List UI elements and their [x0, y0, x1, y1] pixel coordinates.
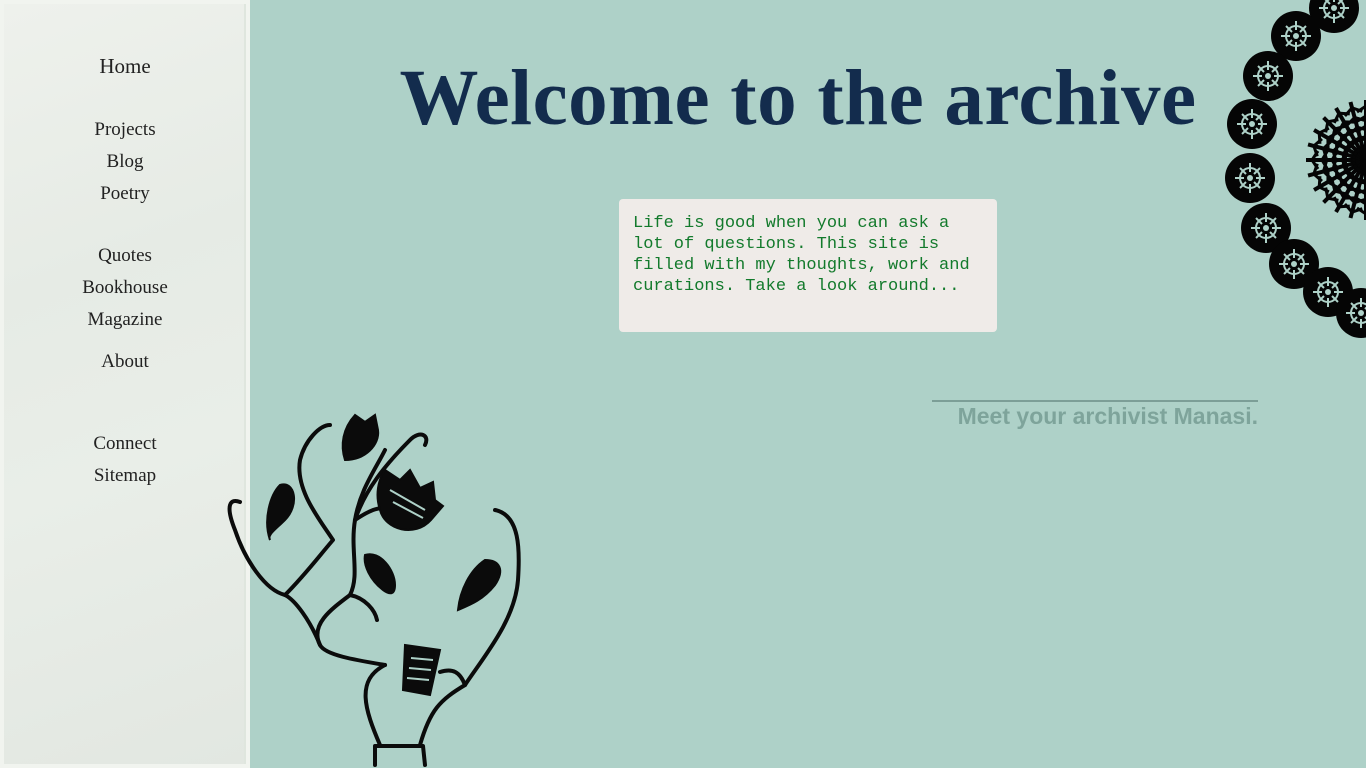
nav-poetry[interactable]: Poetry [4, 183, 246, 205]
plant-illustration-icon [227, 413, 521, 767]
nav-quotes[interactable]: Quotes [4, 245, 246, 267]
intro-text: Life is good when you can ask a lot of q… [633, 214, 970, 296]
page-title: Welcome to the archive [399, 55, 1197, 142]
intro-box: Life is good when you can ask a lot of q… [619, 199, 997, 332]
nav-magazine[interactable]: Magazine [4, 309, 246, 331]
sidebar: Home Projects Blog Poetry Quotes Bookhou… [0, 0, 250, 768]
meet-archivist-link[interactable]: Meet your archivist Manasi. [932, 400, 1258, 430]
nav-sitemap[interactable]: Sitemap [4, 465, 246, 487]
nav-projects[interactable]: Projects [4, 119, 246, 141]
nav-connect[interactable]: Connect [4, 433, 246, 455]
nav-bookhouse[interactable]: Bookhouse [4, 277, 246, 299]
sidebar-panel: Home Projects Blog Poetry Quotes Bookhou… [4, 4, 246, 764]
nav-home[interactable]: Home [4, 54, 246, 79]
nav-about[interactable]: About [4, 351, 246, 373]
mandala-ornament-icon [1224, 0, 1366, 339]
nav-blog[interactable]: Blog [4, 151, 246, 173]
